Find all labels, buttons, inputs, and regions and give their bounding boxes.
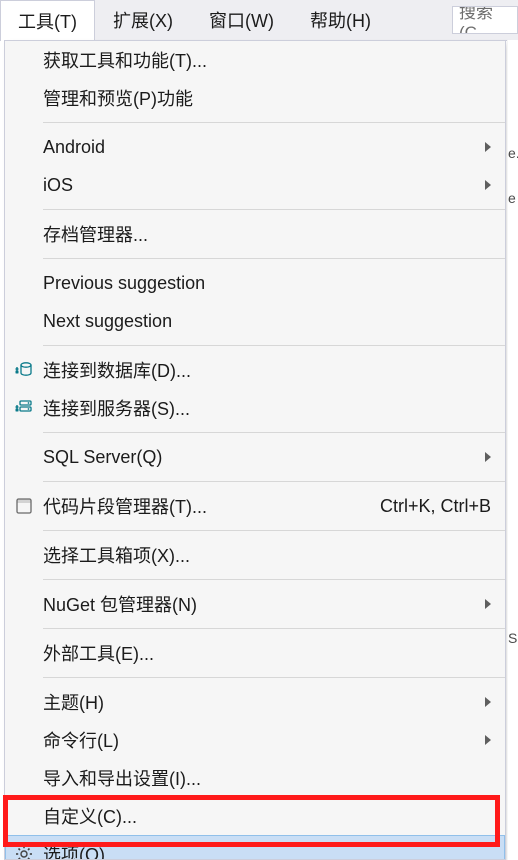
menu-item-label: Previous suggestion xyxy=(43,273,491,294)
menu-item-label: SQL Server(Q) xyxy=(43,447,477,468)
background-peek: e. e S xyxy=(507,40,518,860)
menu-item-label: Next suggestion xyxy=(43,311,491,332)
menu-item-label: 导入和导出设置(I)... xyxy=(43,765,491,791)
menu-item-nuget[interactable]: NuGet 包管理器(N) xyxy=(5,585,505,623)
menu-separator xyxy=(43,530,505,531)
tools-dropdown: 获取工具和功能(T)... 管理和预览(P)功能 Android iOS 存档管… xyxy=(4,40,506,860)
menu-item-label: 连接到数据库(D)... xyxy=(43,357,491,383)
menubar-item-window[interactable]: 窗口(W) xyxy=(191,0,292,40)
menu-item-label: NuGet 包管理器(N) xyxy=(43,591,477,617)
menu-item-label: 管理和预览(P)功能 xyxy=(43,85,491,111)
menu-separator xyxy=(43,628,505,629)
menu-separator xyxy=(43,258,505,259)
server-plug-icon xyxy=(15,399,33,417)
peek-text: e xyxy=(508,190,516,206)
menu-item-label: 存档管理器... xyxy=(43,221,491,247)
menu-item-label: 命令行(L) xyxy=(43,727,477,753)
menu-item-customize[interactable]: 自定义(C)... xyxy=(5,797,505,835)
menu-separator xyxy=(43,122,505,123)
menubar-item-tools[interactable]: 工具(T) xyxy=(0,0,95,41)
menu-separator xyxy=(43,579,505,580)
menu-separator xyxy=(43,209,505,210)
menu-item-archive-manager[interactable]: 存档管理器... xyxy=(5,215,505,253)
menu-item-label: 连接到服务器(S)... xyxy=(43,395,491,421)
menu-item-import-export[interactable]: 导入和导出设置(I)... xyxy=(5,759,505,797)
snippet-icon xyxy=(15,497,33,515)
menu-item-theme[interactable]: 主题(H) xyxy=(5,683,505,721)
menu-item-label: Android xyxy=(43,137,477,158)
menu-item-connect-server[interactable]: 连接到服务器(S)... xyxy=(5,389,505,427)
menu-item-options[interactable]: 选项(O)... xyxy=(5,835,505,860)
menu-item-label: iOS xyxy=(43,175,477,196)
menu-item-label: 主题(H) xyxy=(43,689,477,715)
database-plug-icon xyxy=(15,361,33,379)
menu-item-label: 自定义(C)... xyxy=(43,803,491,829)
peek-text: e. xyxy=(508,145,518,161)
menu-item-label: 获取工具和功能(T)... xyxy=(43,47,491,73)
search-wrap: 搜索 (C xyxy=(446,0,518,40)
menubar-item-extensions[interactable]: 扩展(X) xyxy=(95,0,191,40)
menu-item-android[interactable]: Android xyxy=(5,128,505,166)
menubar-item-help[interactable]: 帮助(H) xyxy=(292,0,389,40)
menu-item-next-suggestion[interactable]: Next suggestion xyxy=(5,302,505,340)
search-input[interactable]: 搜索 (C xyxy=(452,6,518,34)
menu-item-commandline[interactable]: 命令行(L) xyxy=(5,721,505,759)
menu-item-sql-server[interactable]: SQL Server(Q) xyxy=(5,438,505,476)
menu-item-label: 选择工具箱项(X)... xyxy=(43,542,491,568)
menu-item-external-tools[interactable]: 外部工具(E)... xyxy=(5,634,505,672)
menu-item-choose-toolbox[interactable]: 选择工具箱项(X)... xyxy=(5,536,505,574)
menu-separator xyxy=(43,677,505,678)
menu-item-shortcut: Ctrl+K, Ctrl+B xyxy=(360,496,491,517)
menu-item-ios[interactable]: iOS xyxy=(5,166,505,204)
menu-separator xyxy=(43,432,505,433)
menu-item-manage-preview[interactable]: 管理和预览(P)功能 xyxy=(5,79,505,117)
peek-text: S xyxy=(508,630,517,646)
menu-item-label: 代码片段管理器(T)... xyxy=(43,493,360,519)
menu-item-get-tools[interactable]: 获取工具和功能(T)... xyxy=(5,41,505,79)
menu-item-label: 选项(O)... xyxy=(43,841,491,860)
menu-item-connect-database[interactable]: 连接到数据库(D)... xyxy=(5,351,505,389)
menu-item-prev-suggestion[interactable]: Previous suggestion xyxy=(5,264,505,302)
menu-separator xyxy=(43,345,505,346)
menu-separator xyxy=(43,481,505,482)
menubar: 工具(T) 扩展(X) 窗口(W) 帮助(H) 搜索 (C xyxy=(0,0,518,41)
menu-item-snippet-manager[interactable]: 代码片段管理器(T)... Ctrl+K, Ctrl+B xyxy=(5,487,505,525)
menu-item-label: 外部工具(E)... xyxy=(43,640,491,666)
gear-icon xyxy=(15,845,33,860)
